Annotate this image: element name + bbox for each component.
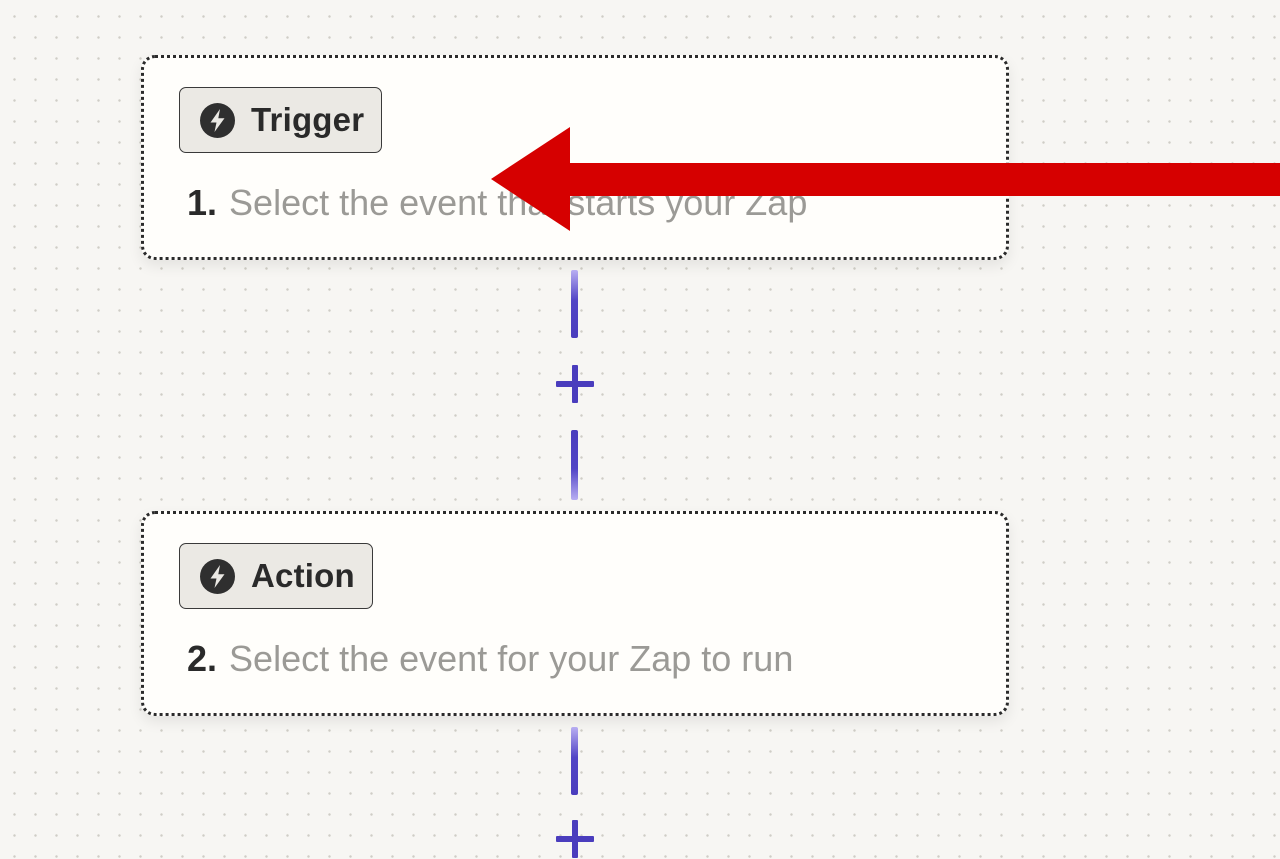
plus-icon — [556, 365, 594, 403]
action-step-card[interactable]: Action 2. Select the event for your Zap t… — [141, 511, 1009, 716]
action-badge-label: Action — [251, 557, 355, 594]
add-step-button[interactable] — [553, 817, 597, 859]
trigger-badge[interactable]: Trigger — [179, 87, 383, 153]
action-badge[interactable]: Action — [179, 543, 373, 609]
step-placeholder-text: Select the event for your Zap to run — [229, 638, 794, 679]
add-step-button[interactable] — [553, 362, 597, 406]
bolt-icon — [200, 558, 235, 594]
trigger-step-description[interactable]: 1. Select the event that starts your Zap — [187, 182, 807, 224]
connector-line — [571, 270, 578, 338]
zap-editor-canvas[interactable]: Trigger 1. Select the event that starts y… — [0, 0, 1280, 859]
bolt-icon — [200, 102, 235, 138]
trigger-badge-label: Trigger — [251, 101, 365, 138]
action-step-description[interactable]: 2. Select the event for your Zap to run — [187, 638, 793, 680]
step-number: 1. — [187, 182, 218, 223]
connector-line — [571, 727, 578, 795]
plus-icon — [556, 820, 594, 858]
trigger-step-card[interactable]: Trigger 1. Select the event that starts y… — [141, 55, 1009, 260]
connector-line — [571, 430, 578, 500]
step-placeholder-text: Select the event that starts your Zap — [229, 182, 808, 223]
step-number: 2. — [187, 638, 218, 679]
